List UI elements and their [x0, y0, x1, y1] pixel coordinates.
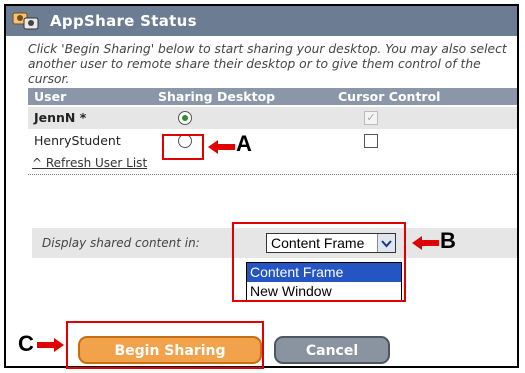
highlight-box-c: [66, 321, 264, 369]
cancel-button[interactable]: Cancel: [274, 336, 390, 364]
callout-c-label: C: [18, 331, 34, 356]
refresh-user-list-link[interactable]: ^ Refresh User List: [32, 156, 147, 170]
callout-a-label: A: [236, 131, 252, 156]
user-table-header: User Sharing Desktop Cursor Control: [28, 88, 517, 105]
title-bar: AppShare Status: [6, 6, 517, 36]
user-name: JennN *: [34, 110, 87, 125]
cursor-control-checkbox[interactable]: ✓: [364, 111, 378, 125]
header-user: User: [34, 89, 67, 104]
window-title: AppShare Status: [50, 12, 197, 30]
instructions-text: Click 'Begin Sharing' below to start sha…: [28, 42, 507, 86]
table-row: HenryStudent: [28, 130, 517, 152]
appshare-status-panel: AppShare Status Click 'Begin Sharing' be…: [4, 4, 519, 368]
arrow-c-icon: [37, 338, 64, 352]
arrow-b-icon: [412, 236, 439, 250]
highlight-box-b: [232, 222, 406, 302]
header-cursor-control: Cursor Control: [338, 89, 441, 104]
table-row: JennN * ✓: [28, 107, 517, 129]
users-share-icon: [12, 12, 39, 30]
user-name: HenryStudent: [34, 133, 121, 148]
divider: [28, 174, 517, 175]
highlight-box-a: [162, 134, 204, 160]
cursor-control-checkbox[interactable]: [364, 134, 378, 148]
callout-b-label: B: [440, 228, 456, 253]
sharing-desktop-radio[interactable]: [178, 111, 192, 125]
arrow-a-icon: [208, 140, 235, 154]
header-sharing-desktop: Sharing Desktop: [158, 89, 276, 104]
display-content-label: Display shared content in:: [42, 236, 200, 250]
